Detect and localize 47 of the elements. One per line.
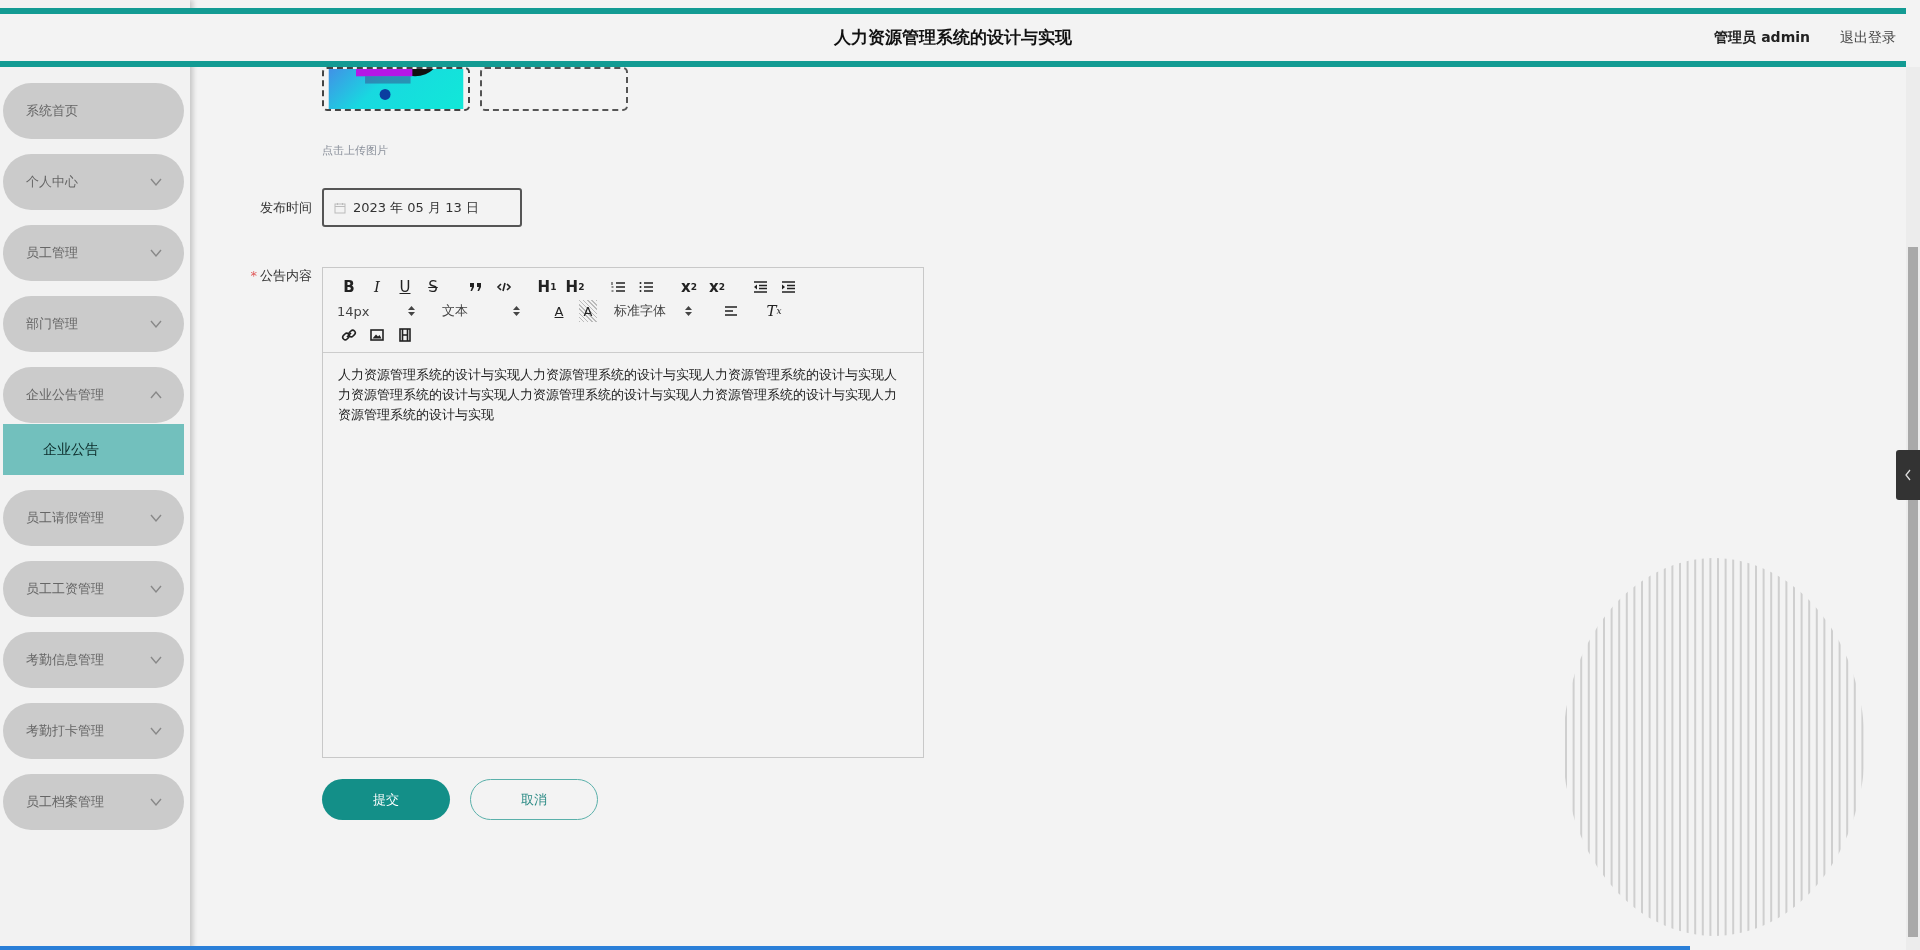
field-label: 公告内容: [260, 268, 312, 283]
user-label: 管理员 admin: [1714, 28, 1810, 47]
toolbar-button[interactable]: I: [363, 276, 391, 298]
sidebar-item[interactable]: 系统首页: [3, 83, 184, 139]
sort-arrows-icon: [685, 306, 692, 316]
toolbar-button[interactable]: x$^{2}$: [703, 276, 731, 298]
submit-button[interactable]: 提交: [322, 779, 450, 820]
toolbar-button[interactable]: B: [335, 276, 363, 298]
chevron-left-icon: [1904, 468, 1912, 482]
film-icon[interactable]: [397, 327, 413, 343]
date-field[interactable]: 2023 年 05 月 13 日: [322, 188, 522, 227]
sidebar-item[interactable]: 企业公告管理: [3, 367, 184, 423]
page-title: 人力资源管理系统的设计与实现: [834, 26, 1072, 49]
sidebar-item[interactable]: 考勤打卡管理: [3, 703, 184, 759]
sidebar-item[interactable]: 员工工资管理: [3, 561, 184, 617]
field-label: 发布时间: [260, 199, 312, 215]
scroll-thumb[interactable]: [1908, 247, 1918, 937]
logout-link[interactable]: 退出登录: [1840, 28, 1896, 47]
toolbar-button[interactable]: U: [391, 276, 419, 298]
toolbar-button[interactable]: S: [419, 276, 447, 298]
toolbar-button[interactable]: A: [545, 300, 573, 322]
sidebar-item[interactable]: 部门管理: [3, 296, 184, 352]
sidebar-item[interactable]: 员工档案管理: [3, 774, 184, 830]
toolbar-button[interactable]: A: [579, 300, 597, 322]
upload-slot[interactable]: [480, 67, 628, 111]
sidebar-item[interactable]: 个人中心: [3, 154, 184, 210]
indent-icon[interactable]: [780, 279, 796, 295]
sidebar-item[interactable]: 员工请假管理: [3, 490, 184, 546]
toolbar-select[interactable]: 标准字体: [612, 300, 702, 322]
upload-hint: 点击上传图片: [322, 143, 389, 158]
sort-arrows-icon: [408, 306, 415, 316]
sidebar-item[interactable]: 考勤信息管理: [3, 632, 184, 688]
link-icon[interactable]: [341, 327, 357, 343]
submenu-item[interactable]: 企业公告: [3, 424, 184, 475]
bullet-list-icon[interactable]: [638, 279, 654, 295]
outdent-icon[interactable]: [752, 279, 768, 295]
sort-arrows-icon: [513, 306, 520, 316]
toolbar-select[interactable]: 文本: [440, 300, 530, 322]
toolbar-select[interactable]: 14px: [335, 300, 425, 322]
image-icon[interactable]: [369, 327, 385, 343]
editor-text[interactable]: 人力资源管理系统的设计与实现人力资源管理系统的设计与实现人力资源管理系统的设计与实现人力资源管理系统的设计与实现人力资源管理系统的设计与实现人力资源管理系统的设计与实现人力资源管理系统的设计与实现: [338, 365, 908, 425]
numbered-list-icon[interactable]: [610, 279, 626, 295]
scrollbar[interactable]: [1906, 67, 1920, 950]
align-left-icon[interactable]: [723, 303, 739, 319]
sidebar-item[interactable]: 员工管理: [3, 225, 184, 281]
calendar-icon: [334, 201, 346, 214]
required-mark: *: [250, 268, 257, 283]
